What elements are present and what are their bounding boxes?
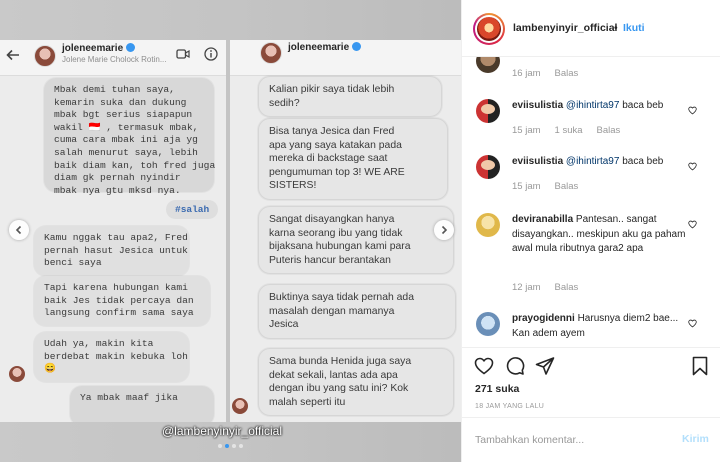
chat-username: joleneemarie <box>62 43 136 54</box>
chat-bubble: Sama bunda Henida juga saya dekat sekali… <box>258 348 454 416</box>
carousel-dot-active <box>225 444 229 448</box>
chat-bubble: Kalian pikir saya tidak lebih sedih? <box>258 76 442 117</box>
comment-text: deviranabilla Pantesan.. sangat disayang… <box>512 213 692 257</box>
chat-username: joleneemarie <box>288 42 362 53</box>
comments-list[interactable]: 16 jam Balas eviisulistia @ihintirta97 b… <box>462 57 720 347</box>
profile-avatar[interactable] <box>473 13 505 45</box>
chat-bubble: Buktinya saya tidak pernah ada masalah d… <box>258 284 456 339</box>
chat-bubble: Sangat disayangkan hanya karna seorang i… <box>258 206 454 274</box>
video-call-icon <box>176 49 190 59</box>
comment-avatar[interactable] <box>476 155 500 179</box>
comment-meta: 12 jam Balas <box>512 282 578 293</box>
verified-badge-icon <box>352 42 362 51</box>
hashtag-bubble: #salah <box>166 200 219 219</box>
comment-meta: 15 jam 1 suka Balas <box>512 125 620 136</box>
comment-text: eviisulistia @ihintirta97 baca beb <box>512 99 692 114</box>
share-icon[interactable] <box>535 356 555 376</box>
chat-bubble: Tapi karena hubungan kami baik Jes tidak… <box>34 276 210 326</box>
reply-button[interactable]: Balas <box>555 282 579 293</box>
comment-text: prayogidenni Harusnya diem2 bae... Kan a… <box>512 312 692 341</box>
post-comment-button[interactable]: Kirim <box>682 433 709 445</box>
next-image-button[interactable] <box>434 220 454 240</box>
avatar <box>232 398 248 414</box>
info-icon <box>204 47 218 61</box>
comment-username[interactable]: prayogidenni <box>512 313 575 324</box>
comment-input[interactable] <box>475 432 665 448</box>
post-image[interactable]: joleneemarie Jolene Marie Cholock Rotin.… <box>0 0 461 462</box>
carousel-dot <box>239 444 243 448</box>
chevron-right-icon <box>441 225 448 235</box>
chevron-left-icon <box>15 225 22 235</box>
comment-avatar[interactable] <box>476 57 500 73</box>
chat-bubble: Ya mbak maaf jika <box>70 386 214 422</box>
comment-avatar[interactable] <box>476 99 500 123</box>
comment-text: eviisulistia @ihintirta97 baca beb <box>512 155 692 170</box>
chat-screenshot-right: joleneemarie Kalian pikir saya tidak leb… <box>230 40 461 422</box>
avatar <box>9 366 25 382</box>
comment-time: 12 jam <box>512 282 541 293</box>
comment-body: baca beb <box>619 156 664 167</box>
previous-image-button[interactable] <box>9 220 29 240</box>
watermark: @lambenyinyir_official <box>162 424 283 438</box>
carousel-dots <box>218 444 243 448</box>
comment-time: 15 jam <box>512 125 541 136</box>
comment-username[interactable]: eviisulistia <box>512 100 563 111</box>
chat-fullname: Jolene Marie Cholock Rotin... <box>62 55 167 64</box>
comment-mention[interactable]: @ihintirta97 <box>566 156 620 167</box>
chat-bubble: Udah ya, makin kita berdebat makin kebuk… <box>34 332 189 382</box>
chat-header: joleneemarie Jolene Marie Cholock Rotin.… <box>0 40 226 76</box>
bookmark-icon[interactable] <box>690 356 710 376</box>
comment-avatar[interactable] <box>476 213 500 237</box>
post-actions: 271 suka 18 JAM YANG LALU <box>462 347 720 417</box>
post-author-username[interactable]: lambenyinyir_official <box>513 22 617 34</box>
avatar <box>260 42 282 64</box>
like-count[interactable]: 271 suka <box>475 383 519 395</box>
like-comment-heart-icon[interactable] <box>688 220 697 229</box>
comment-username[interactable]: deviranabilla <box>512 214 573 225</box>
comment-username[interactable]: eviisulistia <box>512 156 563 167</box>
comment-avatar[interactable] <box>476 312 500 336</box>
verified-badge-icon <box>126 43 136 52</box>
comment-bubble-icon[interactable] <box>505 356 525 376</box>
post-timestamp[interactable]: 18 JAM YANG LALU <box>475 403 544 410</box>
reply-button[interactable]: Balas <box>555 181 579 192</box>
post-header: lambenyinyir_official • Ikuti <box>462 0 720 57</box>
comment-body: baca beb <box>619 100 664 111</box>
avatar <box>34 45 56 67</box>
post-sidebar: lambenyinyir_official • Ikuti 16 jam Bal… <box>461 0 720 462</box>
chat-header: joleneemarie <box>230 40 461 76</box>
like-comment-heart-icon[interactable] <box>688 162 697 171</box>
comment-meta: 15 jam Balas <box>512 181 578 192</box>
reply-button[interactable]: Balas <box>597 125 621 136</box>
reply-button[interactable]: Balas <box>555 68 579 79</box>
chat-bubble: Mbak demi tuhan saya, kemarin suka dan d… <box>44 78 215 196</box>
comment-composer: Kirim <box>462 417 720 462</box>
chat-header-icons <box>176 47 218 61</box>
chat-bubble: Bisa tanya Jesica dan Fred apa yang saya… <box>258 118 448 200</box>
chat-screenshot-left: joleneemarie Jolene Marie Cholock Rotin.… <box>0 40 226 422</box>
back-arrow-icon <box>6 49 19 61</box>
chat-bubble: Kamu nggak tau apa2, Fred pernah hasut J… <box>34 226 189 276</box>
follow-button[interactable]: Ikuti <box>623 22 645 34</box>
carousel-dot <box>218 444 222 448</box>
comment-likes[interactable]: 1 suka <box>555 125 583 136</box>
carousel-dot <box>232 444 236 448</box>
comment-meta: 16 jam Balas <box>512 68 578 79</box>
like-comment-heart-icon[interactable] <box>688 106 697 115</box>
instagram-post-view: joleneemarie Jolene Marie Cholock Rotin.… <box>0 0 720 462</box>
like-heart-icon[interactable] <box>474 356 494 376</box>
comment-time: 16 jam <box>512 68 541 79</box>
separator-dot: • <box>614 22 618 34</box>
comment-time: 15 jam <box>512 181 541 192</box>
like-comment-heart-icon[interactable] <box>688 319 697 328</box>
comment-mention[interactable]: @ihintirta97 <box>566 100 620 111</box>
